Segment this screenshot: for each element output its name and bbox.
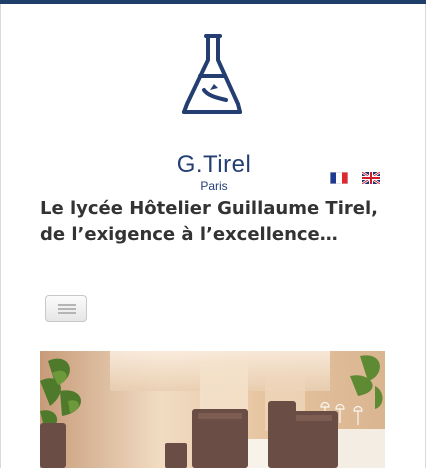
- french-flag-icon: [330, 172, 348, 184]
- logo-subtitle: Paris: [200, 179, 228, 193]
- site-logo-link[interactable]: G.Tirel Paris: [144, 30, 284, 192]
- menu-toggle-button[interactable]: [45, 295, 87, 322]
- language-switcher: [330, 172, 380, 184]
- headline-line-1: Le lycée Hôtelier Guillaume Tirel,: [40, 198, 378, 219]
- logo-name: G.Tirel: [176, 151, 252, 178]
- headline-line-2: de l’exigence à l’excellence…: [40, 224, 338, 245]
- eiffel-tower-icon: [182, 34, 242, 114]
- top-accent-bar: [0, 0, 426, 4]
- uk-flag-icon: [362, 172, 380, 184]
- page-headline: Le lycée Hôtelier Guillaume Tirel, de l’…: [40, 196, 400, 248]
- hero-image: [40, 351, 385, 468]
- page-border-left: [0, 4, 1, 468]
- language-fr-link[interactable]: [330, 172, 348, 184]
- language-en-link[interactable]: [362, 172, 380, 184]
- restaurant-photo: [40, 351, 385, 468]
